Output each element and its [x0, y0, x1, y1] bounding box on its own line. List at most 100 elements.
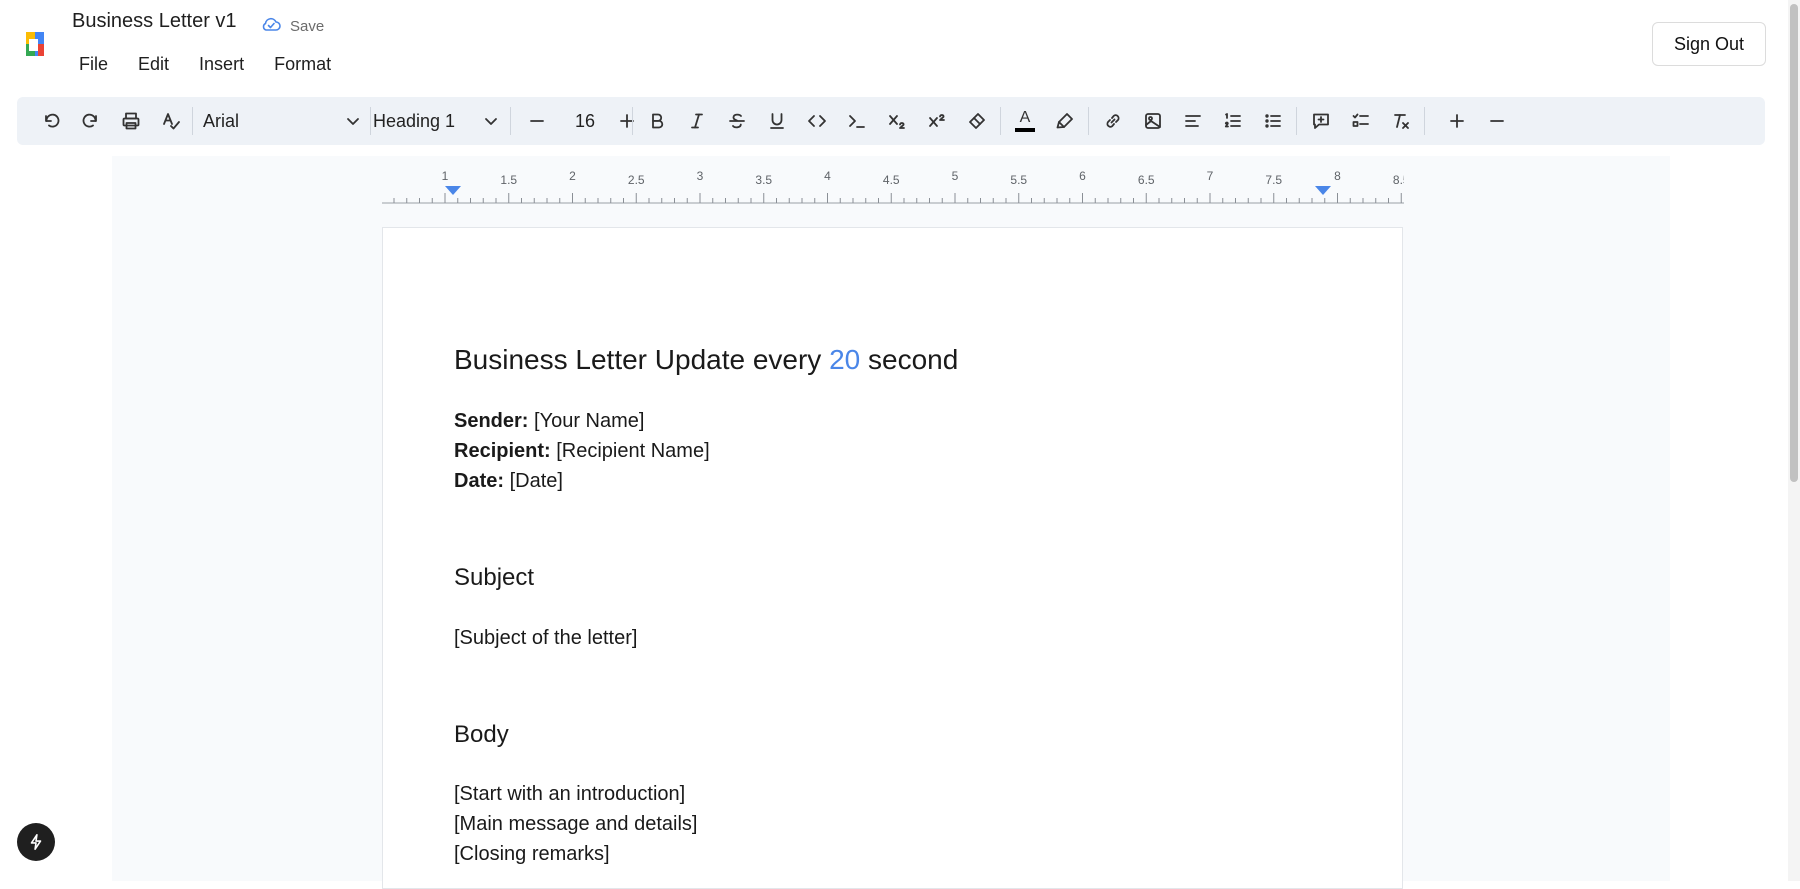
- highlighter-icon: [1056, 113, 1073, 129]
- docs-logo-icon: [26, 32, 44, 56]
- subscript-button[interactable]: [881, 105, 913, 137]
- menu-file[interactable]: File: [66, 50, 121, 79]
- insert-image-button[interactable]: [1137, 105, 1169, 137]
- ruler-label: 2: [569, 170, 576, 183]
- subject-text[interactable]: [Subject of the letter]: [454, 627, 637, 650]
- block-style-dropdown[interactable]: Heading 1: [373, 105, 501, 137]
- scrollbar-thumb[interactable]: [1790, 4, 1798, 482]
- toolbar-divider: [1296, 107, 1297, 135]
- left-indent-marker[interactable]: [445, 186, 461, 195]
- ruler-label: 4.5: [883, 173, 900, 187]
- text-color-swatch: [1015, 128, 1035, 132]
- ruler-label: 1.5: [500, 173, 517, 187]
- date-value: [Date]: [504, 470, 563, 492]
- document-heading[interactable]: Business Letter Update every 20 second: [454, 344, 958, 376]
- sign-out-button[interactable]: Sign Out: [1652, 22, 1766, 66]
- print-button[interactable]: [115, 105, 147, 137]
- horizontal-ruler[interactable]: 11.522.533.544.555.566.577.588.59: [382, 170, 1404, 206]
- sender-line[interactable]: Sender: [Your Name]: [454, 410, 644, 433]
- checklist-button[interactable]: [1345, 105, 1377, 137]
- toolbar-divider: [1000, 107, 1001, 135]
- toolbar-divider: [192, 107, 193, 135]
- minus-icon: [530, 120, 544, 122]
- strikethrough-button[interactable]: [721, 105, 753, 137]
- eraser-button[interactable]: [961, 105, 993, 137]
- bold-button[interactable]: [641, 105, 673, 137]
- toolbar-divider: [632, 107, 633, 135]
- ruler-label: 7: [1207, 170, 1214, 183]
- sender-value: [Your Name]: [528, 410, 645, 432]
- numbered-list-button[interactable]: [1217, 105, 1249, 137]
- save-label: Save: [290, 17, 325, 35]
- menu-edit[interactable]: Edit: [125, 50, 182, 79]
- chevron-down-icon: [343, 111, 363, 136]
- save-button[interactable]: Save: [260, 16, 324, 36]
- decrease-font-size-button[interactable]: [521, 105, 553, 137]
- redo-icon: [82, 113, 97, 128]
- body-line[interactable]: [Start with an introduction]: [454, 783, 685, 806]
- zoom-in-button[interactable]: [1441, 105, 1473, 137]
- spellcheck-button[interactable]: [155, 105, 187, 137]
- italic-icon: [691, 113, 703, 129]
- underline-icon: [770, 113, 784, 129]
- plus-icon: [1450, 114, 1464, 128]
- document-title[interactable]: Business Letter v1: [72, 10, 237, 33]
- lightning-icon: [30, 833, 42, 851]
- recipient-line[interactable]: Recipient: [Recipient Name]: [454, 440, 710, 463]
- toolbar-divider: [510, 107, 511, 135]
- text-color-button[interactable]: A: [1009, 105, 1041, 137]
- heading-text-suffix: second: [860, 344, 959, 375]
- code-button[interactable]: [801, 105, 833, 137]
- terminal-icon: [849, 115, 865, 128]
- sender-label: Sender:: [454, 410, 529, 432]
- spellcheck-icon: [163, 113, 180, 130]
- highlight-button[interactable]: [1049, 105, 1081, 137]
- ruler-label: 4: [824, 170, 831, 183]
- ruler-label: 7.5: [1265, 173, 1282, 187]
- underline-button[interactable]: [761, 105, 793, 137]
- plus-icon: [620, 114, 634, 128]
- font-family-dropdown[interactable]: Arial: [203, 105, 363, 137]
- align-left-button[interactable]: [1177, 105, 1209, 137]
- bulleted-list-button[interactable]: [1257, 105, 1289, 137]
- menu-insert[interactable]: Insert: [186, 50, 257, 79]
- eraser-icon: [969, 113, 985, 129]
- redo-button[interactable]: [75, 105, 107, 137]
- italic-button[interactable]: [681, 105, 713, 137]
- minus-icon: [1490, 120, 1504, 122]
- undo-button[interactable]: [35, 105, 67, 137]
- print-icon: [122, 112, 140, 130]
- menu-format[interactable]: Format: [261, 50, 344, 79]
- font-family-value: Arial: [203, 110, 240, 131]
- ruler-label: 3: [697, 170, 704, 183]
- toolbar-divider: [1088, 107, 1089, 135]
- date-line[interactable]: Date: [Date]: [454, 470, 563, 493]
- strikethrough-icon: [729, 113, 745, 129]
- quick-action-button[interactable]: [17, 823, 55, 861]
- ruler-label: 5.5: [1010, 173, 1027, 187]
- subject-heading[interactable]: Subject: [454, 564, 534, 592]
- body-line[interactable]: [Main message and details]: [454, 813, 697, 836]
- superscript-button[interactable]: [921, 105, 953, 137]
- font-size-value[interactable]: 16: [565, 105, 605, 137]
- right-indent-marker[interactable]: [1315, 186, 1331, 195]
- link-button[interactable]: [1097, 105, 1129, 137]
- bulleted-list-icon: [1265, 114, 1281, 128]
- menu-bar: File Edit Insert Format: [66, 50, 348, 79]
- document-page[interactable]: Business Letter Update every 20 second S…: [382, 227, 1403, 889]
- body-heading[interactable]: Body: [454, 721, 509, 749]
- formatting-toolbar: Arial Heading 1 16 A: [17, 97, 1765, 145]
- bold-icon: [652, 113, 664, 129]
- ruler-label: 1: [442, 170, 449, 183]
- image-icon: [1145, 113, 1161, 129]
- link-icon: [1106, 114, 1120, 128]
- increase-font-size-button[interactable]: [611, 105, 643, 137]
- clear-formatting-button[interactable]: [1385, 105, 1417, 137]
- body-line[interactable]: [Closing remarks]: [454, 843, 610, 866]
- ruler-label: 6: [1079, 170, 1086, 183]
- add-comment-button[interactable]: [1305, 105, 1337, 137]
- zoom-out-button[interactable]: [1481, 105, 1513, 137]
- ruler-label: 2.5: [628, 173, 645, 187]
- block-style-value: Heading 1: [373, 110, 456, 131]
- code-block-button[interactable]: [841, 105, 873, 137]
